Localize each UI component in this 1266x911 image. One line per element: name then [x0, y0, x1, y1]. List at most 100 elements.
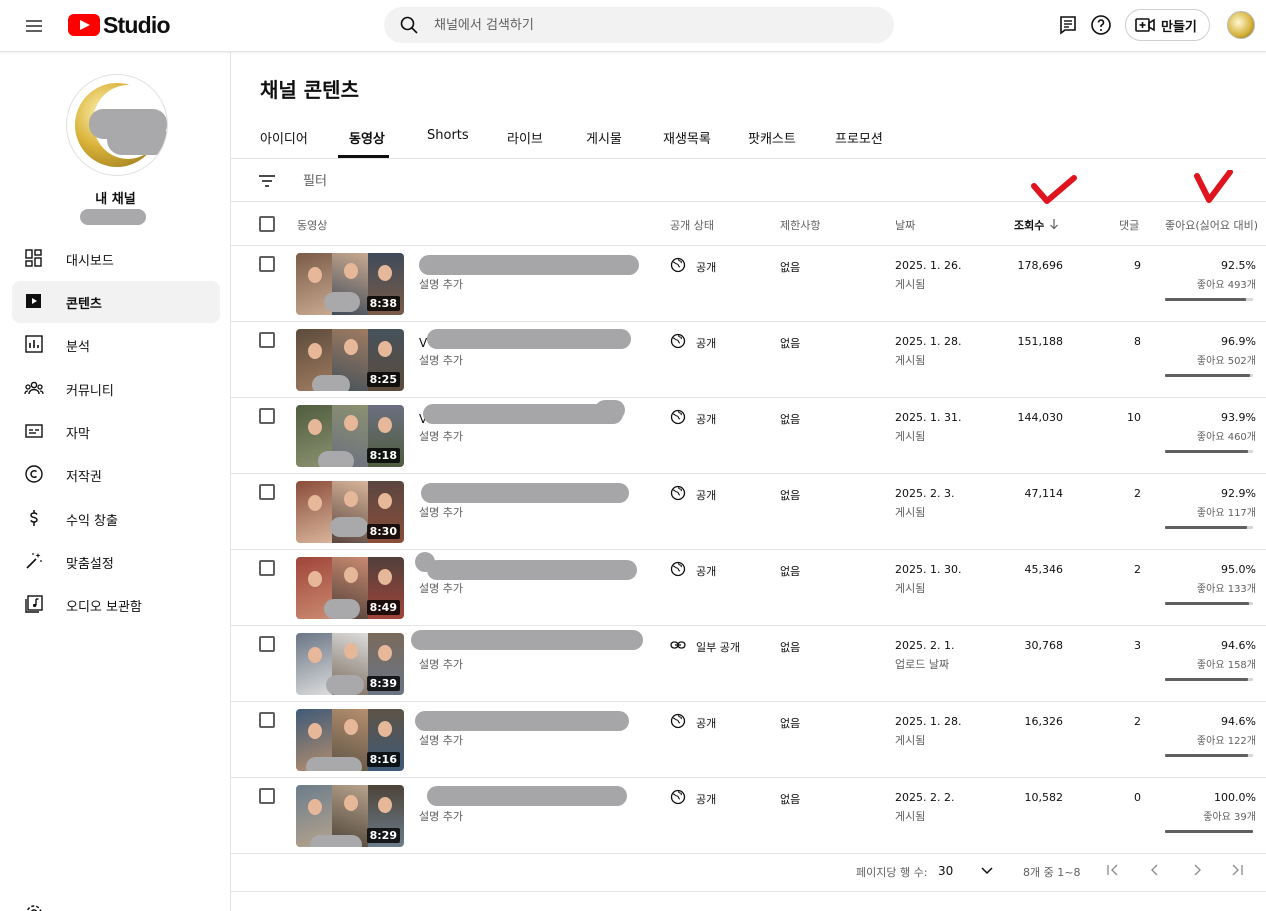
tab-promotions[interactable]: 프로모션 [835, 128, 883, 147]
channel-label: 내 채널 [95, 192, 136, 207]
previous-page-icon[interactable] [1147, 862, 1163, 878]
like-ratio-bar-fill [1165, 754, 1249, 757]
column-header-date[interactable]: 날짜 [895, 217, 915, 233]
filter-input[interactable] [303, 167, 803, 195]
table-header: 동영상 공개 상태 제한사항 날짜 조회수 댓글 좋아요(싫어요 대비) [231, 202, 1266, 246]
add-description-link[interactable]: 설명 추가 [419, 352, 463, 368]
restrictions-value: 없음 [780, 793, 801, 806]
youtube-play-icon [68, 14, 100, 36]
column-header-comments: 댓글 [1119, 219, 1140, 232]
visibility-label: 공개 [696, 337, 717, 350]
sidebar-item-content[interactable]: 콘텐츠 [12, 281, 220, 323]
add-description-link[interactable]: 설명 추가 [419, 428, 463, 444]
video-thumbnail[interactable]: 8:29 [296, 785, 404, 847]
filter-icon[interactable] [257, 171, 277, 191]
tab-podcasts[interactable]: 팟캐스트 [748, 128, 796, 147]
column-header-views[interactable]: 조회수 [1014, 217, 1060, 233]
menu-icon[interactable] [22, 14, 46, 38]
chevron-down-icon[interactable] [979, 862, 995, 878]
table-row[interactable]: 8:29 설명 추가 공개 없음 2025. 2. 2. 게시됨 10,582 … [231, 778, 1266, 854]
add-description-link[interactable]: 설명 추가 [419, 504, 463, 520]
add-description-link[interactable]: 설명 추가 [419, 808, 463, 824]
last-page-icon[interactable] [1229, 862, 1245, 878]
tab-ideas[interactable]: 아이디어 [260, 128, 308, 147]
rows-per-page-select[interactable]: 30 [938, 864, 953, 878]
restrictions-value: 없음 [780, 413, 801, 426]
sidebar-item-dashboard[interactable]: 대시보드 [12, 238, 220, 280]
tab-shorts[interactable]: Shorts [427, 128, 469, 143]
account-avatar[interactable] [1227, 11, 1255, 39]
comments-value: 3 [1134, 639, 1141, 652]
row-checkbox[interactable] [259, 332, 275, 348]
video-thumbnail[interactable]: 8:18 [296, 405, 404, 467]
search-input[interactable] [434, 7, 874, 43]
like-ratio-bar [1165, 298, 1253, 301]
add-description-link[interactable]: 설명 추가 [419, 732, 463, 748]
date-status: 게시됨 [895, 354, 926, 367]
select-all-checkbox[interactable] [259, 216, 275, 232]
like-ratio-bar [1165, 678, 1253, 681]
add-description-link[interactable]: 설명 추가 [419, 276, 463, 292]
thumbnail-redaction [324, 292, 360, 312]
feedback-icon[interactable] [1056, 13, 1080, 37]
video-duration: 8:16 [366, 752, 400, 767]
video-thumbnail[interactable]: 8:30 [296, 481, 404, 543]
channel-avatar[interactable] [66, 74, 168, 176]
table-row[interactable]: 8:25 V 설명 추가 공개 없음 2025. 1. 28. 게시됨 151,… [231, 322, 1266, 398]
settings-icon[interactable] [24, 903, 44, 911]
sidebar-item-subtitles[interactable]: 자막 [12, 411, 220, 453]
next-page-icon[interactable] [1189, 862, 1205, 878]
sidebar-item-audio-library[interactable]: 오디오 보관함 [12, 584, 220, 626]
sidebar-item-customization[interactable]: 맞춤설정 [12, 541, 220, 583]
channel-name-redaction [80, 209, 146, 225]
sidebar-item-community[interactable]: 커뮤니티 [12, 368, 220, 410]
first-page-icon[interactable] [1105, 862, 1121, 878]
video-title-fragment[interactable]: V [419, 336, 427, 350]
video-thumbnail[interactable]: 8:39 [296, 633, 404, 695]
globe-icon [670, 333, 686, 349]
sidebar-item-copyright[interactable]: 저작권 [12, 454, 220, 496]
table-row[interactable]: 8:18 V 설명 추가 공개 없음 2025. 1. 31. 게시됨 144,… [231, 398, 1266, 474]
tab-videos[interactable]: 동영상 [349, 128, 385, 147]
row-checkbox[interactable] [259, 408, 275, 424]
tab-posts[interactable]: 게시물 [586, 128, 622, 147]
date-value: 2025. 2. 1. [895, 639, 955, 652]
row-checkbox[interactable] [259, 788, 275, 804]
like-count: 좋아요 502개 [1196, 356, 1256, 367]
table-row[interactable]: 8:39 설명 추가 일부 공개 없음 2025. 2. 1. 업로드 날짜 3… [231, 626, 1266, 702]
video-thumbnail[interactable]: 8:16 [296, 709, 404, 771]
video-thumbnail[interactable]: 8:25 [296, 329, 404, 391]
globe-icon [670, 561, 686, 577]
row-checkbox[interactable] [259, 256, 275, 272]
title-redaction [427, 560, 637, 580]
like-count: 좋아요 117개 [1196, 508, 1256, 519]
add-description-link[interactable]: 설명 추가 [419, 656, 463, 672]
search-box[interactable] [384, 7, 894, 43]
video-duration: 8:29 [366, 828, 400, 843]
dashboard-icon [25, 249, 42, 267]
create-button[interactable]: 만들기 [1125, 9, 1210, 41]
sidebar-item-monetization[interactable]: 수익 창출 [12, 498, 220, 540]
sidebar-item-analytics[interactable]: 분석 [12, 324, 220, 366]
table-row[interactable]: 8:49 설명 추가 공개 없음 2025. 1. 30. 게시됨 45,346… [231, 550, 1266, 626]
visibility-label: 공개 [696, 489, 717, 502]
content-icon [26, 294, 41, 308]
tab-playlists[interactable]: 재생목록 [663, 128, 711, 147]
row-checkbox[interactable] [259, 484, 275, 500]
studio-logo[interactable]: Studio [68, 11, 171, 39]
tab-live[interactable]: 라이브 [507, 128, 543, 147]
video-thumbnail[interactable]: 8:49 [296, 557, 404, 619]
video-thumbnail[interactable]: 8:38 [296, 253, 404, 315]
like-ratio-bar [1165, 602, 1253, 605]
title-redaction [427, 329, 631, 349]
row-checkbox[interactable] [259, 560, 275, 576]
table-row[interactable]: 8:30 설명 추가 공개 없음 2025. 2. 3. 게시됨 47,114 … [231, 474, 1266, 550]
top-app-bar: Studio 만들기 [0, 0, 1266, 52]
help-icon[interactable] [1089, 13, 1113, 37]
row-checkbox[interactable] [259, 636, 275, 652]
table-row[interactable]: 8:38 설명 추가 공개 없음 2025. 1. 26. 게시됨 178,69… [231, 246, 1266, 322]
row-checkbox[interactable] [259, 712, 275, 728]
sidebar-item-label: 분석 [66, 340, 90, 355]
add-description-link[interactable]: 설명 추가 [419, 580, 463, 596]
table-row[interactable]: 8:16 설명 추가 공개 없음 2025. 1. 28. 게시됨 16,326… [231, 702, 1266, 778]
